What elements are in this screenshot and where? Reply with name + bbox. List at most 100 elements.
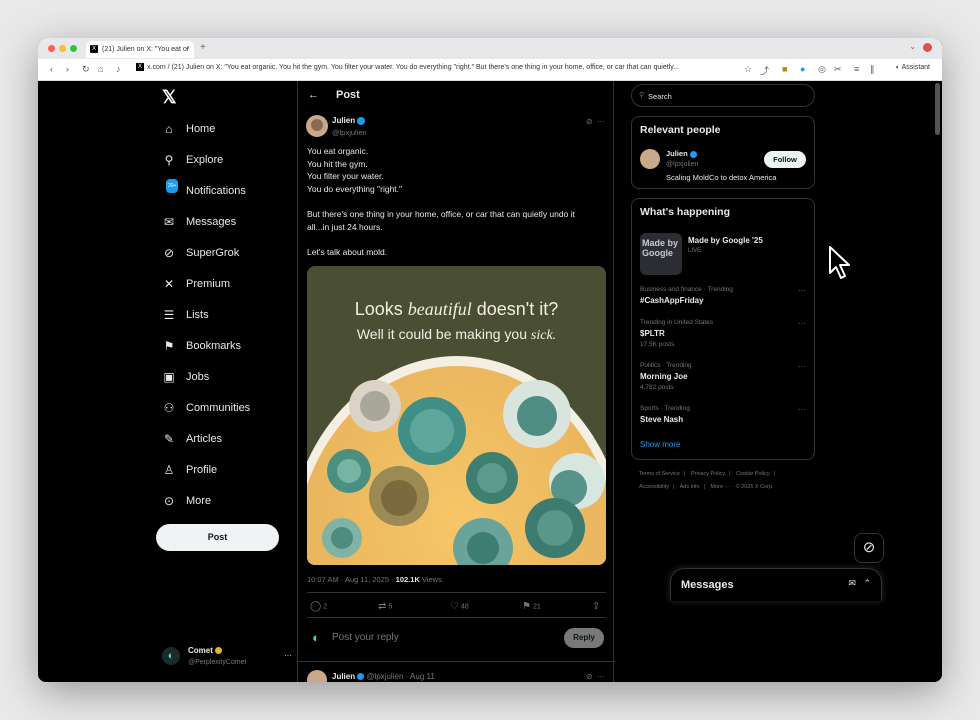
featured-thumbnail[interactable]: Made by Google [640,233,682,275]
timestamp-text[interactable]: 10:07 AM · Aug 11, 2025 · [307,575,396,584]
reply-author-avatar[interactable] [307,670,327,682]
nav-articles[interactable]: ✎ Articles [162,429,222,449]
grok-explain-icon[interactable]: ⊘ [586,672,593,681]
back-arrow-icon[interactable]: ← [308,89,319,101]
author-avatar[interactable] [306,115,328,137]
extension-icon[interactable]: ■ [782,64,787,74]
back-arrow-icon[interactable]: ‹ [50,64,53,74]
person-handle[interactable]: @lpxjulien [666,161,698,168]
extension-icon-2[interactable]: ● [800,64,805,74]
extension-icon-4[interactable]: ✂ [834,64,842,75]
post-button[interactable]: Post [156,524,279,551]
post-image[interactable]: Looks beautiful doesn't it? Well it coul… [307,266,606,565]
account-more-icon[interactable]: ··· [284,651,292,660]
page-scrollbar[interactable] [935,83,940,135]
post-more-icon[interactable]: ··· [597,672,605,681]
author-name-row[interactable]: Julien [332,116,366,125]
footer-link[interactable]: Privacy Policy [691,471,725,477]
minimize-window-button[interactable] [59,45,66,52]
reply-action[interactable]: ◯ 2 [310,601,327,612]
nav-lists[interactable]: ☰ Lists [162,305,209,325]
featured-title[interactable]: Made by Google '25 [688,236,763,245]
nav-more[interactable]: ⊙ More [162,491,211,511]
verified-gold-icon [214,647,222,655]
new-tab-button[interactable]: + [200,42,206,53]
nav-jobs[interactable]: ▣ Jobs [162,367,209,387]
nav-notifications[interactable]: ◔20+ Notifications [162,179,246,201]
nav-bookmarks[interactable]: ⚑ Bookmarks [162,336,241,356]
assistant-button[interactable]: ◐ Assistant [896,64,930,71]
browser-tab[interactable]: X (21) Julien on X: "You eat or × [86,41,194,58]
show-more-link[interactable]: Show more [640,440,680,449]
nav-communities[interactable]: ⚇ Communities [162,398,251,418]
nav-communities-label: Communities [186,402,251,414]
reply-input[interactable]: Post your reply [332,632,399,643]
share-action[interactable]: ⇪ [592,601,602,612]
reply-author-row[interactable]: Julien @lpxjulien · Aug 11 [332,672,435,681]
footer-separator: | [672,484,675,490]
extension-icon-3[interactable]: ◎ [818,64,826,75]
messages-drawer[interactable]: Messages ✉ ⌃ [670,568,882,601]
nav-home[interactable]: ⌂ Home [162,119,215,139]
reload-icon[interactable]: ↻ [82,64,90,75]
address-bar[interactable]: Xx.com / (21) Julien on X: "You eat orga… [136,63,726,71]
trend-more-icon[interactable]: ··· [798,405,806,414]
trend-name[interactable]: $PLTR [640,329,665,338]
trend-posts: 4,782 posts [640,384,674,391]
nav-premium[interactable]: ✕ Premium [162,274,230,294]
nav-articles-label: Articles [186,433,223,445]
nav-supergrok[interactable]: ⊘ SuperGrok [162,243,239,263]
post-more-icon[interactable]: ··· [597,117,605,126]
trend-more-icon[interactable]: ··· [798,362,806,371]
share-icon[interactable]: ⤴ [760,64,769,77]
account-switcher[interactable]: ◐ Comet @PerplexityComet ··· [162,643,292,671]
nav-profile[interactable]: ♙ Profile [162,460,218,480]
briefcase-icon: ▣ [163,370,175,384]
trend-name[interactable]: Steve Nash [640,415,683,424]
reply-button[interactable]: Reply [564,628,604,648]
more-circle-icon: ⊙ [163,494,175,508]
footer-link[interactable]: Ads info [680,484,700,490]
profile-avatar-icon[interactable] [923,43,932,52]
footer-more-link[interactable]: More ··· [710,484,730,490]
trend-name[interactable]: Morning Joe [640,372,688,381]
star-icon[interactable]: ☆ [744,64,752,75]
person-name-row[interactable]: Julien [666,149,697,158]
comet-avatar-icon: ◐ [312,630,320,645]
envelope-icon: ✉ [163,215,175,229]
footer-link[interactable]: Terms of Service [639,471,680,477]
audio-wave-icon[interactable]: ∥ [870,64,875,75]
mic-icon[interactable]: ♪ [116,64,121,74]
share-icon: ⇪ [592,601,601,612]
person-icon: ♙ [163,463,175,477]
close-tab-icon[interactable]: × [186,45,190,52]
follow-button[interactable]: Follow [764,151,806,168]
person-avatar[interactable] [640,149,660,169]
trend-more-icon[interactable]: ··· [798,286,806,295]
new-message-icon[interactable]: ✉ [848,578,856,588]
like-action[interactable]: ♡ 48 [450,601,469,612]
forward-arrow-icon[interactable]: › [66,64,69,74]
footer-link[interactable]: Cookie Policy [736,471,769,477]
media-sub-pre: Well it could be making you [356,326,531,342]
footer-link[interactable]: Accessibility [639,484,669,490]
expand-drawer-icon[interactable]: ⌃ [863,578,871,588]
x-logo-icon[interactable]: 𝕏 [162,87,177,108]
trend-more-icon[interactable]: ··· [798,319,806,328]
menu-lines-icon[interactable]: ≡ [854,64,859,74]
nav-messages[interactable]: ✉ Messages [162,212,236,232]
repost-action[interactable]: ⇄ 5 [378,601,392,612]
grok-floating-button[interactable]: ⊘ [854,533,884,563]
author-handle[interactable]: @lpxjulien [332,128,367,137]
bookmark-action[interactable]: ⚑ 21 [522,601,541,612]
trend-name[interactable]: #CashAppFriday [640,296,704,305]
search-input[interactable]: ⚲ Search [631,84,815,107]
zoom-window-button[interactable] [70,45,77,52]
close-window-button[interactable] [48,45,55,52]
address-text: x.com / (21) Julien on X: "You eat organ… [147,63,680,71]
home-browser-icon[interactable]: ⌂ [98,64,103,74]
nav-explore[interactable]: ⚲ Explore [162,150,224,170]
grok-explain-icon[interactable]: ⊘ [586,117,593,126]
tab-list-chevron-icon[interactable]: ⌄ [909,42,916,51]
person-bio: Scaling MoldCo to detox America [666,173,777,182]
